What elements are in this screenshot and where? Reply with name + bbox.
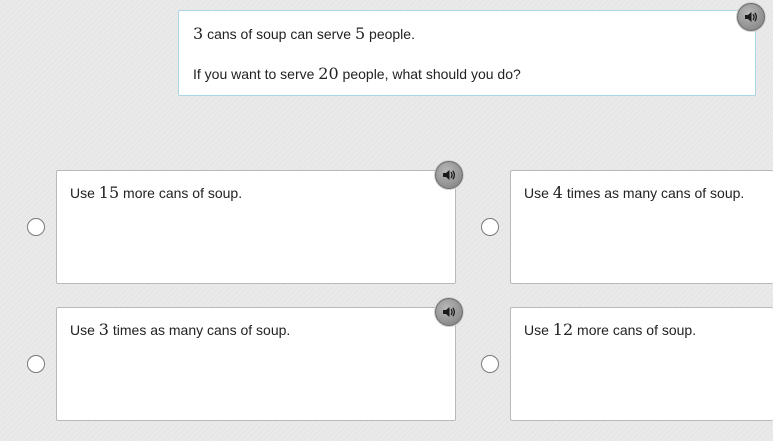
choice-c-card[interactable]: Use 3 times as many cans of soup. — [56, 307, 456, 421]
question-line-2: If you want to serve 20 people, what sho… — [193, 64, 521, 83]
choice-text: times as many cans of soup. — [562, 185, 745, 201]
choice-number: 15 — [98, 183, 120, 202]
choice-a-audio-button[interactable] — [435, 161, 463, 189]
choice-text: times as many cans of soup. — [108, 322, 291, 338]
question-prompt: 3 cans of soup can serve 5 people. If yo… — [178, 10, 756, 96]
question-text: people. — [365, 26, 415, 42]
choice-number: 3 — [98, 320, 109, 339]
choice-a-label: Use 15 more cans of soup. — [70, 183, 242, 202]
question-number: 20 — [318, 64, 339, 83]
choice-a-radio[interactable] — [27, 218, 45, 236]
speaker-icon — [443, 170, 455, 180]
choice-d-label: Use 12 more cans of soup. — [524, 320, 696, 339]
choice-number: 4 — [552, 183, 563, 202]
speaker-icon — [745, 12, 757, 22]
choice-b-label: Use 4 times as many cans of soup. — [524, 183, 744, 202]
question-text: If you want to serve — [193, 66, 319, 82]
question-line-1: 3 cans of soup can serve 5 people. — [193, 24, 415, 43]
choice-c-audio-button[interactable] — [435, 298, 463, 326]
choice-number: 12 — [552, 320, 574, 339]
question-number: 3 — [193, 24, 204, 43]
choice-text: Use — [524, 185, 553, 201]
choice-text: more cans of soup. — [573, 322, 697, 338]
choice-d-radio[interactable] — [481, 355, 499, 373]
choice-b-radio[interactable] — [481, 218, 499, 236]
question-text: people, what should you do? — [338, 66, 521, 82]
choice-c-radio[interactable] — [27, 355, 45, 373]
choice-text: Use — [70, 185, 99, 201]
question-audio-button[interactable] — [737, 3, 765, 31]
choice-text: Use — [70, 322, 99, 338]
choice-b-card[interactable]: Use 4 times as many cans of soup. — [510, 170, 773, 284]
question-text: cans of soup can serve — [203, 26, 355, 42]
question-number: 5 — [354, 24, 366, 43]
choice-c-label: Use 3 times as many cans of soup. — [70, 320, 290, 339]
choice-d-card[interactable]: Use 12 more cans of soup. — [510, 307, 773, 421]
choice-text: more cans of soup. — [119, 185, 243, 201]
speaker-icon — [443, 307, 455, 317]
choice-text: Use — [524, 322, 553, 338]
choice-a-card[interactable]: Use 15 more cans of soup. — [56, 170, 456, 284]
